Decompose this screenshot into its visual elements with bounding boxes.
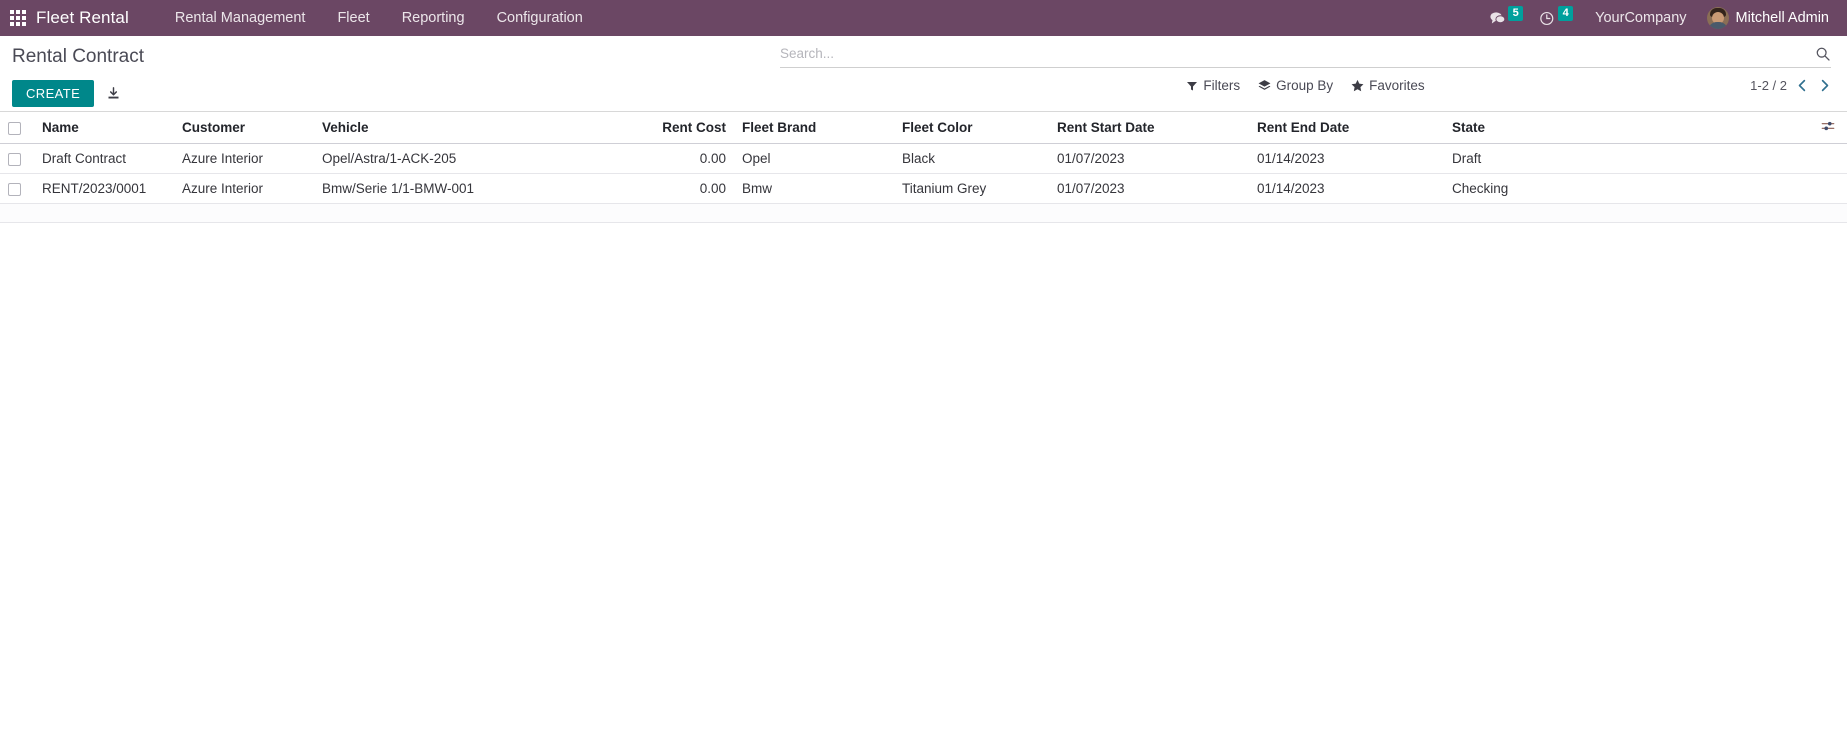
menu-item-fleet[interactable]: Fleet [321, 0, 385, 36]
cell-customer: Azure Interior [174, 173, 314, 204]
cell-vehicle: Opel/Astra/1-ACK-205 [314, 143, 644, 174]
control-panel-buttons: CREATE [12, 80, 121, 107]
top-navbar: Fleet Rental Rental Management Fleet Rep… [0, 0, 1847, 36]
column-header-vehicle[interactable]: Vehicle [314, 112, 644, 144]
table-header-row: Name Customer Vehicle Rent Cost Fleet Br… [0, 112, 1847, 144]
column-header-state[interactable]: State [1444, 112, 1813, 144]
messages-icon [1490, 11, 1506, 23]
cell-rent-end-date: 01/14/2023 [1249, 143, 1444, 174]
table-footer-row [0, 203, 1847, 223]
favorites-label: Favorites [1369, 78, 1425, 93]
pager-range[interactable]: 1-2 / 2 [1750, 78, 1787, 93]
group-by-label: Group By [1276, 78, 1334, 93]
menu-item-configuration[interactable]: Configuration [481, 0, 599, 36]
cell-fleet-color: Titanium Grey [894, 173, 1049, 204]
row-checkbox[interactable] [8, 182, 21, 196]
list-view: Name Customer Vehicle Rent Cost Fleet Br… [0, 112, 1847, 223]
star-icon [1351, 79, 1364, 92]
filter-buttons-group: Filters Group By Favorites [1186, 78, 1425, 93]
row-end-cell [1813, 173, 1847, 204]
cell-name: RENT/2023/0001 [34, 173, 174, 204]
cell-rent-start-date: 01/07/2023 [1049, 173, 1249, 204]
activities-badge: 4 [1558, 5, 1574, 21]
clock-icon [1540, 11, 1554, 25]
table-row[interactable]: RENT/2023/0001 Azure Interior Bmw/Serie … [0, 173, 1847, 204]
menu-item-reporting[interactable]: Reporting [386, 0, 481, 36]
cell-customer: Azure Interior [174, 143, 314, 174]
layers-icon [1258, 80, 1271, 90]
row-end-cell [1813, 143, 1847, 174]
cell-fleet-brand: Opel [734, 143, 894, 174]
cell-rent-cost: 0.00 [644, 143, 734, 174]
apps-grid-glyph [10, 10, 26, 26]
messages-button[interactable]: 5 [1483, 0, 1529, 36]
apps-grid-icon[interactable] [0, 0, 36, 36]
cell-fleet-color: Black [894, 143, 1049, 174]
column-header-fleet-brand[interactable]: Fleet Brand [734, 112, 894, 144]
import-icon[interactable] [106, 86, 121, 101]
search-input[interactable] [780, 44, 1807, 63]
control-panel: Rental Contract CREATE Search... Filters… [0, 36, 1847, 112]
column-header-name[interactable]: Name [34, 112, 174, 144]
cell-fleet-brand: Bmw [734, 173, 894, 204]
column-options-icon[interactable] [1821, 119, 1835, 133]
cell-state: Checking [1444, 173, 1813, 204]
row-checkbox-cell [0, 143, 34, 174]
select-all-checkbox[interactable] [8, 121, 21, 135]
search-view: Filters Group By Favorites 1- [780, 44, 1831, 93]
table-body: Draft Contract Azure Interior Opel/Astra… [0, 143, 1847, 223]
messages-badge: 5 [1508, 5, 1524, 21]
pager: 1-2 / 2 [1750, 78, 1831, 93]
favorites-button[interactable]: Favorites [1351, 78, 1425, 93]
company-switcher[interactable]: YourCompany [1583, 10, 1698, 26]
cell-rent-start-date: 01/07/2023 [1049, 143, 1249, 174]
chevron-left-icon[interactable] [1796, 79, 1809, 92]
cell-name: Draft Contract [34, 143, 174, 174]
column-header-rent-start-date[interactable]: Rent Start Date [1049, 112, 1249, 144]
column-header-rent-cost[interactable]: Rent Cost [644, 112, 734, 144]
rental-contract-table: Name Customer Vehicle Rent Cost Fleet Br… [0, 112, 1847, 223]
activities-button[interactable]: 4 [1533, 0, 1579, 36]
filters-label: Filters [1203, 78, 1241, 93]
filters-button[interactable]: Filters [1186, 78, 1240, 93]
menu-item-rental-management[interactable]: Rental Management [159, 0, 322, 36]
username-label: Mitchell Admin [1735, 10, 1829, 26]
table-header: Name Customer Vehicle Rent Cost Fleet Br… [0, 112, 1847, 144]
row-checkbox-cell [0, 173, 34, 204]
column-header-fleet-color[interactable]: Fleet Color [894, 112, 1049, 144]
cell-rent-cost: 0.00 [644, 173, 734, 204]
cell-state: Draft [1444, 143, 1813, 174]
column-header-customer[interactable]: Customer [174, 112, 314, 144]
table-row[interactable]: Draft Contract Azure Interior Opel/Astra… [0, 143, 1847, 174]
table-footer-spacer [0, 203, 1847, 223]
column-options-header [1813, 112, 1847, 144]
cell-rent-end-date: 01/14/2023 [1249, 173, 1444, 204]
search-row [780, 44, 1831, 68]
navbar-right-group: 5 4 YourCompany Mitchell Admin [1483, 0, 1839, 36]
group-by-button[interactable]: Group By [1258, 78, 1333, 93]
page-title: Rental Contract [12, 46, 145, 67]
avatar [1706, 7, 1729, 29]
select-all-header [0, 112, 34, 144]
create-button[interactable]: CREATE [12, 80, 95, 107]
filter-row: Filters Group By Favorites 1-2 / 2 [780, 78, 1831, 93]
row-checkbox[interactable] [8, 152, 21, 166]
cell-vehicle: Bmw/Serie 1/1-BMW-001 [314, 173, 644, 204]
app-brand-fleet-rental[interactable]: Fleet Rental [36, 8, 129, 28]
column-header-rent-end-date[interactable]: Rent End Date [1249, 112, 1444, 144]
chevron-right-icon[interactable] [1818, 79, 1831, 92]
user-menu[interactable]: Mitchell Admin [1703, 7, 1839, 29]
search-icon[interactable] [1807, 46, 1831, 62]
filter-icon [1187, 81, 1198, 90]
